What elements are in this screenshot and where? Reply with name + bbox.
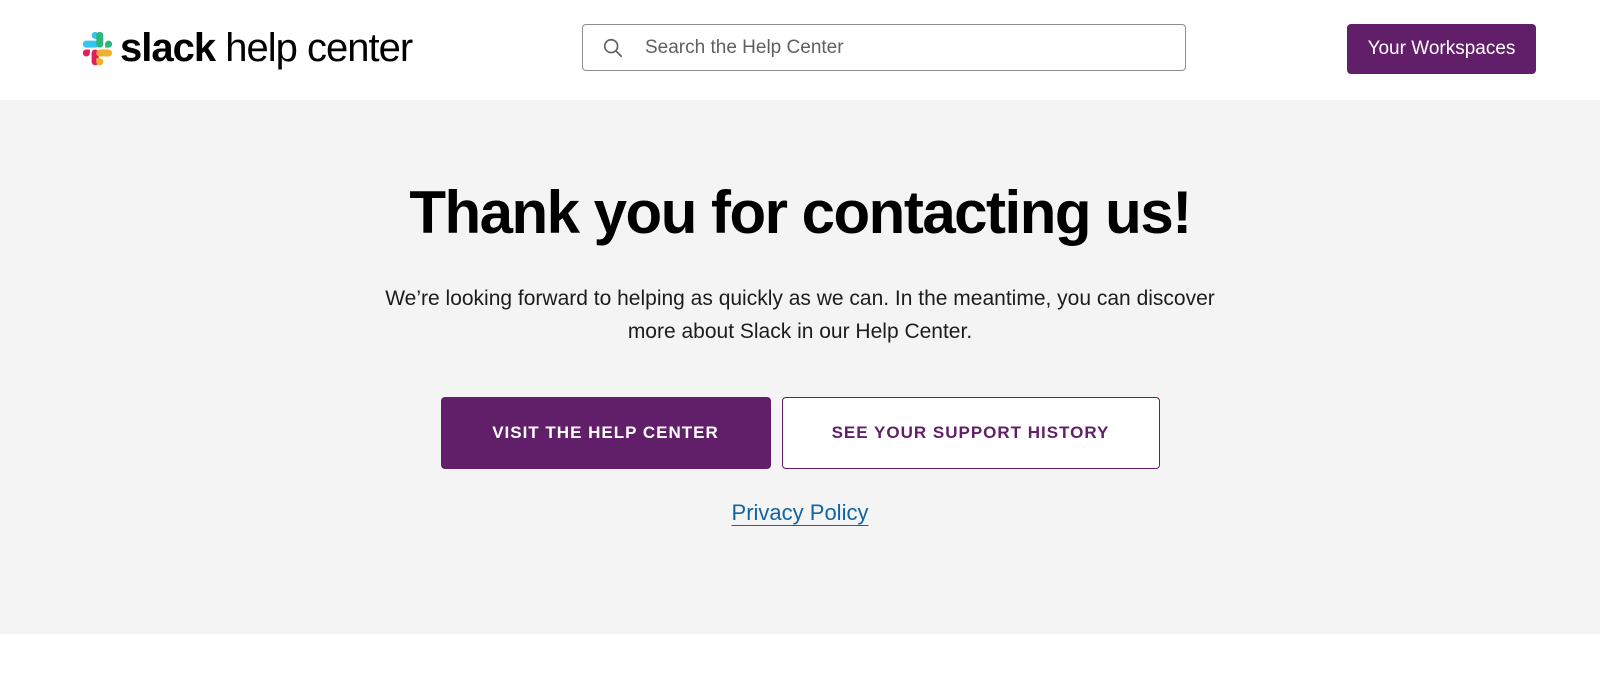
search-input[interactable] <box>645 25 1185 70</box>
search-icon <box>603 38 623 57</box>
confirmation-message-line-1: We’re looking forward to helping as quic… <box>385 287 1215 310</box>
your-workspaces-button[interactable]: Your Workspaces <box>1347 24 1536 74</box>
slack-logo-icon <box>82 31 113 66</box>
confirmation-panel: Thank you for contacting us! We’re looki… <box>0 100 1600 634</box>
slack-help-center-logo[interactable]: slack help center <box>76 26 413 70</box>
logo-word-slack: slack <box>120 26 216 70</box>
privacy-policy-link[interactable]: Privacy Policy <box>732 500 869 525</box>
site-header: slack help center Your Workspaces <box>0 0 1600 100</box>
search-box[interactable] <box>582 24 1186 71</box>
action-buttons: VISIT THE HELP CENTER SEE YOUR SUPPORT H… <box>0 397 1600 469</box>
page-title: Thank you for contacting us! <box>409 179 1192 246</box>
logo-wordmark: slack help center <box>120 26 413 70</box>
privacy-policy-row: Privacy Policy <box>0 500 1600 526</box>
confirmation-message-line-2: more about Slack in our Help Center. <box>627 320 973 343</box>
logo-word-help-center: help center <box>215 26 413 70</box>
support-history-button[interactable]: SEE YOUR SUPPORT HISTORY <box>781 397 1160 469</box>
confirmation-message: We’re looking forward to helping as quic… <box>330 282 1270 348</box>
visit-help-center-button[interactable]: VISIT THE HELP CENTER <box>440 397 771 469</box>
